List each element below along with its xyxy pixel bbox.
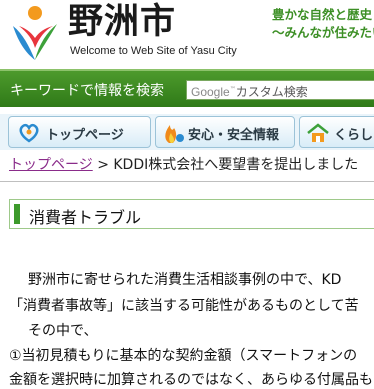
tab-top-page-label: トップページ — [46, 128, 124, 143]
search-placeholder: カスタム検索 — [235, 85, 308, 99]
breadcrumb-current: KDDI株式会社へ要望書を提出しました — [113, 157, 359, 173]
main-nav: トップページ 安心・安全情報 くらし — [0, 114, 374, 150]
tab-top-page[interactable]: トップページ — [8, 116, 151, 148]
body-line-3: その中で、 — [28, 323, 98, 339]
body-line-1: 野洲市に寄せられた消費生活相談事例の中で、KD — [28, 272, 342, 288]
page-title-accent — [14, 204, 20, 224]
tab-safety-info[interactable]: 安心・安全情報 — [155, 116, 295, 148]
google-brand: Google — [191, 85, 230, 99]
divider — [0, 181, 374, 182]
breadcrumb-home-link[interactable]: トップページ — [9, 157, 93, 173]
slogan-line-2: 〜みんなが住みたい — [272, 25, 374, 40]
search-input[interactable]: Google™カスタム検索 — [186, 80, 374, 100]
welcome-text: Welcome to Web Site of Yasu City — [70, 45, 237, 57]
city-name-title: 野洲市 — [68, 2, 177, 42]
body-line-5: 金額を選択時に加算されるのではなく、あらゆる付属品も — [9, 372, 373, 388]
tab-living-label: くらし — [334, 128, 374, 143]
tab-living[interactable]: くらし — [299, 116, 374, 148]
search-bar: キーワードで情報を検索 Google™カスタム検索 — [0, 69, 374, 107]
body-line-2: 「消費者事故等」に該当する可能性があるものとして苦 — [9, 298, 359, 314]
slogan-line-1: 豊かな自然と歴史 — [272, 7, 373, 22]
search-label: キーワードで情報を検索 — [10, 83, 164, 99]
breadcrumb: トップページ > KDDI株式会社へ要望書を提出しました — [9, 154, 358, 174]
home-heart-icon — [18, 123, 40, 147]
page-title: 消費者トラブル — [29, 208, 142, 227]
tab-safety-info-label: 安心・安全情報 — [188, 128, 280, 143]
fire-safety-icon — [161, 121, 185, 149]
house-icon — [306, 123, 330, 147]
city-logo[interactable] — [9, 4, 61, 62]
body-line-4: ①当初見積もりに基本的な契約金額（スマートフォンの — [9, 348, 358, 364]
breadcrumb-separator: > — [97, 157, 109, 173]
